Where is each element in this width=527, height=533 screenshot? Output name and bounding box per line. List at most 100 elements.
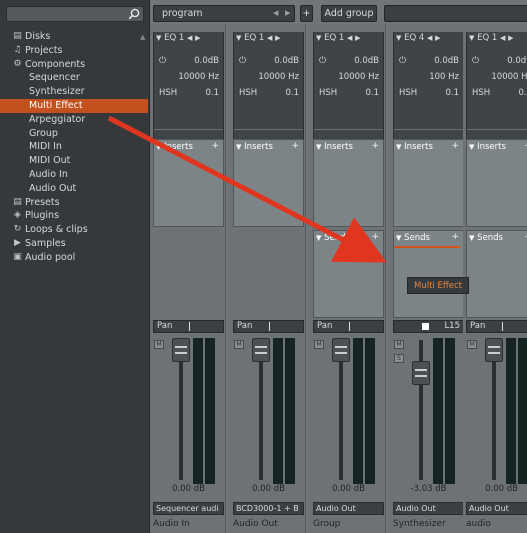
pan-control[interactable]: L15 bbox=[393, 320, 464, 333]
sidebar-item-audio-pool[interactable]: ▣ Audio pool bbox=[12, 251, 148, 265]
sidebar-item-components[interactable]: ⚙ Components bbox=[12, 58, 148, 72]
eq-prev-icon[interactable]: ◀ bbox=[347, 34, 352, 42]
eq-frequency[interactable]: 10000 Hz bbox=[178, 72, 219, 82]
collapse-triangle-icon[interactable]: ▼ bbox=[236, 143, 241, 151]
eq-next-icon[interactable]: ▶ bbox=[275, 34, 280, 42]
eq-q[interactable]: 0.1 bbox=[518, 88, 527, 98]
power-icon[interactable]: ⏻ bbox=[319, 56, 326, 66]
eq-type[interactable]: HSH bbox=[399, 88, 417, 98]
add-button[interactable]: + bbox=[300, 5, 313, 22]
collapse-triangle-icon[interactable]: ▼ bbox=[396, 34, 401, 42]
inserts-panel[interactable]: ▼ Inserts + bbox=[153, 139, 224, 227]
pan-control[interactable]: Pan bbox=[466, 320, 527, 333]
sidebar-item-presets[interactable]: ▤ Presets bbox=[12, 196, 148, 210]
eq-header[interactable]: ▼ EQ 1 ◀ ▶ bbox=[236, 33, 280, 43]
mute-button[interactable]: M bbox=[467, 340, 477, 349]
eq-gain[interactable]: 0.0dB bbox=[274, 56, 299, 66]
mute-button[interactable]: M bbox=[154, 340, 164, 349]
sidebar-item-multi-effect[interactable]: Multi Effect bbox=[0, 98, 148, 113]
pan-control[interactable]: Pan bbox=[233, 320, 304, 333]
inserts-header[interactable]: ▼ Inserts bbox=[236, 142, 273, 152]
eq-gain[interactable]: 0.0dB bbox=[507, 56, 527, 66]
eq-q[interactable]: 0.1 bbox=[205, 88, 219, 98]
power-icon[interactable]: ⏻ bbox=[239, 56, 246, 66]
sidebar-item-midi-in[interactable]: MIDI In bbox=[12, 140, 148, 154]
collapse-triangle-icon[interactable]: ▼ bbox=[236, 34, 241, 42]
add-send-icon[interactable]: + bbox=[451, 232, 459, 242]
collapse-triangle-icon[interactable]: ▼ bbox=[396, 234, 401, 242]
eq-frequency[interactable]: 10000 Hz bbox=[491, 72, 527, 82]
eq-type[interactable]: HSH bbox=[159, 88, 177, 98]
inserts-header[interactable]: ▼ Inserts bbox=[469, 142, 506, 152]
collapse-triangle-icon[interactable]: ▼ bbox=[156, 143, 161, 151]
collapse-triangle-icon[interactable]: ▼ bbox=[316, 143, 321, 151]
eq-prev-icon[interactable]: ◀ bbox=[267, 34, 272, 42]
sends-panel[interactable]: ▼ Sends + bbox=[466, 230, 527, 318]
pan-control[interactable]: Pan bbox=[153, 320, 224, 333]
collapse-triangle-icon[interactable]: ▼ bbox=[396, 143, 401, 151]
eq-frequency[interactable]: 10000 Hz bbox=[258, 72, 299, 82]
volume-fader[interactable] bbox=[485, 338, 503, 362]
channel-name[interactable]: Audio In bbox=[153, 519, 190, 529]
toolbar-field[interactable] bbox=[384, 5, 527, 22]
eq-q[interactable]: 0.1 bbox=[445, 88, 459, 98]
mute-button[interactable]: M bbox=[394, 340, 404, 349]
output-routing[interactable]: BCD3000-1 + B bbox=[233, 502, 304, 515]
sidebar-item-audio-out[interactable]: Audio Out bbox=[12, 182, 148, 196]
sidebar-item-disks[interactable]: ▤ Disks bbox=[12, 30, 148, 44]
volume-fader[interactable] bbox=[252, 338, 270, 362]
sidebar-item-loops-clips[interactable]: ↻ Loops & clips bbox=[12, 223, 148, 237]
sends-header[interactable]: ▼ Sends bbox=[316, 233, 350, 243]
pan-control[interactable]: Pan bbox=[313, 320, 384, 333]
eq-type[interactable]: HSH bbox=[239, 88, 257, 98]
sidebar-item-samples[interactable]: ▶ Samples bbox=[12, 237, 148, 251]
sidebar-item-projects[interactable]: ♫ Projects bbox=[12, 44, 148, 58]
power-icon[interactable]: ⏻ bbox=[472, 56, 479, 66]
eq-frequency[interactable]: 100 Hz bbox=[429, 72, 459, 82]
inserts-panel[interactable]: ▼ Inserts + bbox=[233, 139, 304, 227]
eq-gain[interactable]: 0.0dB bbox=[434, 56, 459, 66]
collapse-triangle-icon[interactable]: ▼ bbox=[156, 34, 161, 42]
eq-gain[interactable]: 0.0dB bbox=[194, 56, 219, 66]
sidebar-item-audio-in[interactable]: Audio In bbox=[12, 168, 148, 182]
sidebar-item-arpeggiator[interactable]: Arpeggiator bbox=[12, 113, 148, 127]
collapse-triangle-icon[interactable]: ▼ bbox=[316, 34, 321, 42]
sends-panel[interactable]: ▼ Sends + bbox=[393, 230, 464, 318]
add-send-icon[interactable]: + bbox=[371, 232, 379, 242]
solo-button[interactable]: S bbox=[394, 354, 404, 363]
eq-header[interactable]: ▼ EQ 4 ◀ ▶ bbox=[396, 33, 440, 43]
volume-fader[interactable] bbox=[332, 338, 350, 362]
inserts-header[interactable]: ▼ Inserts bbox=[396, 142, 433, 152]
eq-gain[interactable]: 0.0dB bbox=[354, 56, 379, 66]
prev-arrow-icon[interactable]: ◀ bbox=[273, 6, 278, 21]
channel-name[interactable]: Synthesizer bbox=[393, 519, 446, 529]
channel-name[interactable]: Group bbox=[313, 519, 340, 529]
program-selector[interactable]: program ◀ ▶ bbox=[153, 5, 295, 22]
eq-next-icon[interactable]: ▶ bbox=[355, 34, 360, 42]
eq-next-icon[interactable]: ▶ bbox=[195, 34, 200, 42]
add-insert-icon[interactable]: + bbox=[371, 141, 379, 151]
eq-header[interactable]: ▼ EQ 1 ◀ ▶ bbox=[469, 33, 513, 43]
volume-fader[interactable] bbox=[172, 338, 190, 362]
collapse-triangle-icon[interactable]: ▼ bbox=[469, 234, 474, 242]
inserts-panel[interactable]: ▼ Inserts + bbox=[313, 139, 384, 227]
output-routing[interactable]: Sequencer audi bbox=[153, 502, 224, 515]
collapse-triangle-icon[interactable]: ▼ bbox=[316, 234, 321, 242]
sidebar-item-midi-out[interactable]: MIDI Out bbox=[12, 154, 148, 168]
sidebar-item-group[interactable]: Group bbox=[12, 127, 148, 141]
inserts-header[interactable]: ▼ Inserts bbox=[316, 142, 353, 152]
eq-prev-icon[interactable]: ◀ bbox=[427, 34, 432, 42]
eq-type[interactable]: HSH bbox=[319, 88, 337, 98]
eq-type[interactable]: HSH bbox=[472, 88, 490, 98]
output-routing[interactable]: Audio Out bbox=[466, 502, 527, 515]
eq-header[interactable]: ▼ EQ 1 ◀ ▶ bbox=[316, 33, 360, 43]
sends-panel[interactable]: ▼ Sends + bbox=[313, 230, 384, 318]
channel-name[interactable]: audio bbox=[466, 519, 491, 529]
add-group-button[interactable]: Add group bbox=[321, 5, 377, 22]
sends-header[interactable]: ▼ Sends bbox=[469, 233, 503, 243]
eq-q[interactable]: 0.1 bbox=[285, 88, 299, 98]
sidebar-item-plugins[interactable]: ◈ Plugins bbox=[12, 209, 148, 223]
sends-header[interactable]: ▼ Sends bbox=[396, 233, 430, 243]
eq-frequency[interactable]: 10000 Hz bbox=[338, 72, 379, 82]
mute-button[interactable]: M bbox=[234, 340, 244, 349]
